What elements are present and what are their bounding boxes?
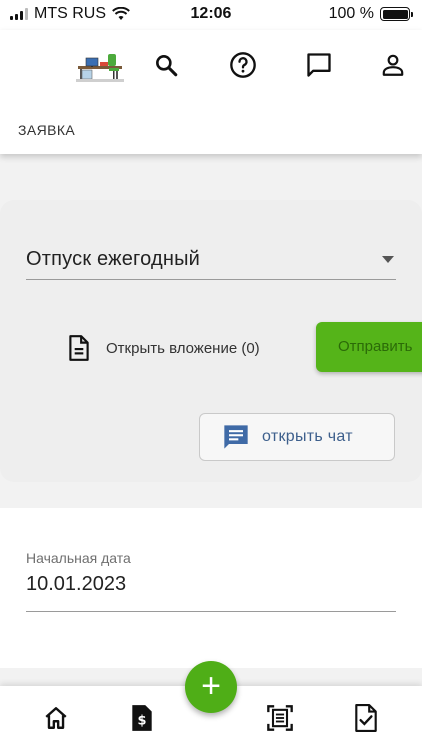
plus-icon: + (201, 666, 221, 705)
chat-icon[interactable] (304, 50, 334, 80)
payroll-icon[interactable]: $ (128, 704, 156, 732)
start-date-section: Начальная дата 10.01.2023 (0, 508, 422, 668)
chat-bubble-icon (224, 425, 248, 449)
start-date-underline (26, 611, 396, 612)
status-bar: MTS RUS 12:06 100 % (0, 0, 422, 30)
open-chat-button[interactable]: открыть чат (199, 413, 395, 461)
open-chat-label: открыть чат (262, 428, 353, 445)
request-type-value: Отпуск ежегодный (26, 248, 201, 270)
start-date-label: Начальная дата (26, 550, 131, 566)
documents-icon[interactable] (266, 704, 294, 732)
send-button-label: Отправить (338, 338, 413, 355)
search-icon[interactable] (151, 50, 181, 80)
account-icon[interactable] (378, 50, 408, 80)
status-right: 100 % (328, 5, 413, 23)
open-attachment-link[interactable]: Открыть вложение (0) (66, 334, 260, 362)
request-type-select[interactable]: Отпуск ежегодный (26, 244, 396, 280)
app-header: ЗАЯВКА (0, 30, 422, 154)
approvals-icon[interactable] (352, 704, 380, 732)
battery-percent: 100 % (328, 5, 374, 22)
send-button[interactable]: Отправить (316, 322, 422, 372)
start-date-field[interactable]: 10.01.2023 (26, 573, 126, 596)
battery-icon (380, 7, 413, 21)
dropdown-arrow-icon (382, 256, 394, 263)
page-title: ЗАЯВКА (18, 122, 76, 138)
home-icon[interactable] (42, 704, 70, 732)
add-request-button[interactable]: + (185, 661, 237, 713)
app-screen: MTS RUS 12:06 100 % ЗАЯВКА Отпуск ежегод… (0, 0, 422, 750)
help-icon[interactable] (228, 50, 258, 80)
document-icon (69, 335, 89, 361)
logo-image[interactable] (76, 50, 124, 82)
request-card: Отпуск ежегодный Открыть вложение (0) От… (0, 200, 422, 482)
attachment-label: Открыть вложение (0) (106, 339, 260, 357)
svg-text:$: $ (138, 713, 147, 728)
